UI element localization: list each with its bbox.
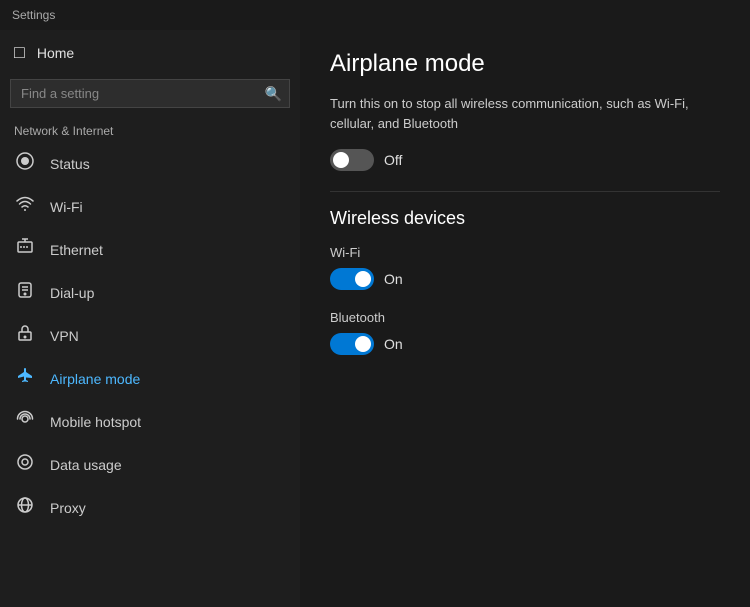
sidebar-item-airplane[interactable]: Airplane mode — [0, 357, 300, 400]
bluetooth-device-label: Bluetooth — [330, 310, 720, 325]
wifi-toggle-row: On — [330, 268, 720, 290]
sidebar-item-home[interactable]: □ Home — [0, 30, 300, 75]
sidebar-item-hotspot[interactable]: Mobile hotspot — [0, 400, 300, 443]
airplane-description: Turn this on to stop all wireless commun… — [330, 94, 720, 133]
airplane-icon — [14, 367, 36, 390]
sidebar-item-proxy[interactable]: Proxy — [0, 486, 300, 529]
bluetooth-toggle[interactable] — [330, 333, 374, 355]
divider — [330, 191, 720, 192]
airplane-toggle-thumb — [333, 152, 349, 168]
page-title: Airplane mode — [330, 50, 720, 78]
vpn-label: VPN — [50, 328, 79, 344]
airplane-toggle-row: Off — [330, 149, 720, 171]
wifi-device-label: Wi-Fi — [330, 245, 720, 260]
sidebar-item-vpn[interactable]: VPN — [0, 314, 300, 357]
title-bar: Settings — [0, 0, 750, 30]
airplane-label: Airplane mode — [50, 371, 140, 387]
ethernet-label: Ethernet — [50, 242, 103, 258]
datausage-label: Data usage — [50, 457, 122, 473]
search-icon: 🔍 — [265, 85, 282, 102]
bluetooth-toggle-track[interactable] — [330, 333, 374, 355]
ethernet-icon — [14, 238, 36, 261]
wifi-toggle-label: On — [384, 271, 403, 287]
bluetooth-toggle-thumb — [355, 336, 371, 352]
sidebar-item-datausage[interactable]: Data usage — [0, 443, 300, 486]
bluetooth-toggle-label: On — [384, 336, 403, 352]
sidebar-item-status[interactable]: Status — [0, 142, 300, 185]
dialup-icon — [14, 281, 36, 304]
wifi-toggle-thumb — [355, 271, 371, 287]
search-box: 🔍 — [10, 79, 290, 108]
sidebar: □ Home 🔍 Network & Internet Status — [0, 30, 300, 607]
wifi-icon — [14, 195, 36, 218]
wifi-toggle[interactable] — [330, 268, 374, 290]
sidebar-item-wifi[interactable]: Wi-Fi — [0, 185, 300, 228]
home-icon: □ — [14, 42, 25, 63]
datausage-icon — [14, 453, 36, 476]
airplane-toggle-label: Off — [384, 152, 402, 168]
wifi-label: Wi-Fi — [50, 199, 83, 215]
proxy-label: Proxy — [50, 500, 86, 516]
wifi-toggle-track[interactable] — [330, 268, 374, 290]
search-input[interactable] — [10, 79, 290, 108]
airplane-toggle[interactable] — [330, 149, 374, 171]
home-label: Home — [37, 45, 74, 61]
section-label: Network & Internet — [0, 118, 300, 142]
main-content: Airplane mode Turn this on to stop all w… — [300, 30, 750, 607]
sidebar-item-dialup[interactable]: Dial-up — [0, 271, 300, 314]
dialup-label: Dial-up — [50, 285, 94, 301]
status-icon — [14, 152, 36, 175]
wireless-section-title: Wireless devices — [330, 208, 720, 229]
bluetooth-toggle-row: On — [330, 333, 720, 355]
vpn-icon — [14, 324, 36, 347]
sidebar-item-ethernet[interactable]: Ethernet — [0, 228, 300, 271]
status-label: Status — [50, 156, 90, 172]
app-title: Settings — [12, 8, 55, 22]
airplane-toggle-track[interactable] — [330, 149, 374, 171]
hotspot-label: Mobile hotspot — [50, 414, 141, 430]
proxy-icon — [14, 496, 36, 519]
hotspot-icon — [14, 410, 36, 433]
